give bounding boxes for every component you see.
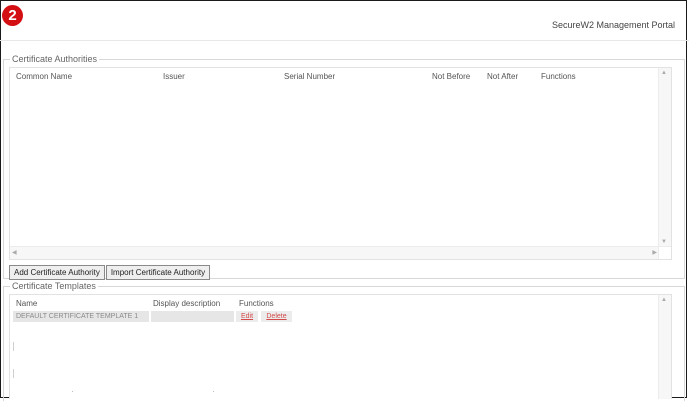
header-divider [0, 40, 689, 41]
scroll-up-icon[interactable]: ▲ [661, 70, 667, 76]
ca-vertical-scrollbar[interactable]: ▲ ▼ [658, 68, 671, 247]
portal-title: SecureW2 Management Portal [551, 20, 675, 30]
column-name[interactable]: Name [16, 299, 37, 308]
template-description-cell[interactable] [151, 311, 234, 322]
import-certificate-authority-button[interactable]: Import Certificate Authority [105, 265, 211, 280]
certificate-templates-table: Name Display description Functions DEFAU… [9, 294, 672, 399]
column-functions[interactable]: Functions [239, 299, 274, 308]
edit-template-link[interactable]: Edit [236, 311, 258, 322]
certificate-authorities-legend: Certificate Authorities [10, 54, 100, 64]
column-issuer[interactable]: Issuer [163, 72, 185, 81]
scroll-left-icon[interactable]: ◀ [12, 249, 17, 256]
certificate-templates-group: Certificate Templates Name Display descr… [3, 281, 685, 401]
row-marker [13, 369, 14, 378]
column-common-name[interactable]: Common Name [16, 72, 72, 81]
certificate-authorities-group: Certificate Authorities Common Name Issu… [3, 54, 685, 280]
row-marker [72, 391, 73, 392]
row-marker [213, 391, 214, 392]
ca-button-row: Add Certificate Authority Import Certific… [9, 262, 211, 280]
template-name-cell[interactable]: DEFAULT CERTIFICATE TEMPLATE 1 [13, 311, 149, 322]
step-badge: 2 [2, 5, 23, 26]
add-certificate-authority-button[interactable]: Add Certificate Authority [9, 265, 105, 280]
column-not-after[interactable]: Not After [487, 72, 518, 81]
scrollbar-corner [658, 246, 671, 259]
column-display-description[interactable]: Display description [153, 299, 220, 308]
scroll-right-icon[interactable]: ▶ [652, 249, 657, 256]
delete-template-link[interactable]: Delete [261, 311, 292, 322]
ca-horizontal-scrollbar[interactable]: ◀ ▶ [10, 246, 659, 259]
scroll-up-icon[interactable]: ▲ [661, 297, 667, 303]
column-functions[interactable]: Functions [541, 72, 576, 81]
row-marker [13, 342, 14, 351]
column-not-before[interactable]: Not Before [432, 72, 470, 81]
templates-vertical-scrollbar[interactable]: ▲ [658, 295, 671, 399]
certificate-authorities-table: Common Name Issuer Serial Number Not Bef… [9, 67, 672, 260]
scroll-down-icon[interactable]: ▼ [661, 239, 667, 245]
certificate-templates-legend: Certificate Templates [10, 281, 98, 291]
column-serial-number[interactable]: Serial Number [284, 72, 335, 81]
